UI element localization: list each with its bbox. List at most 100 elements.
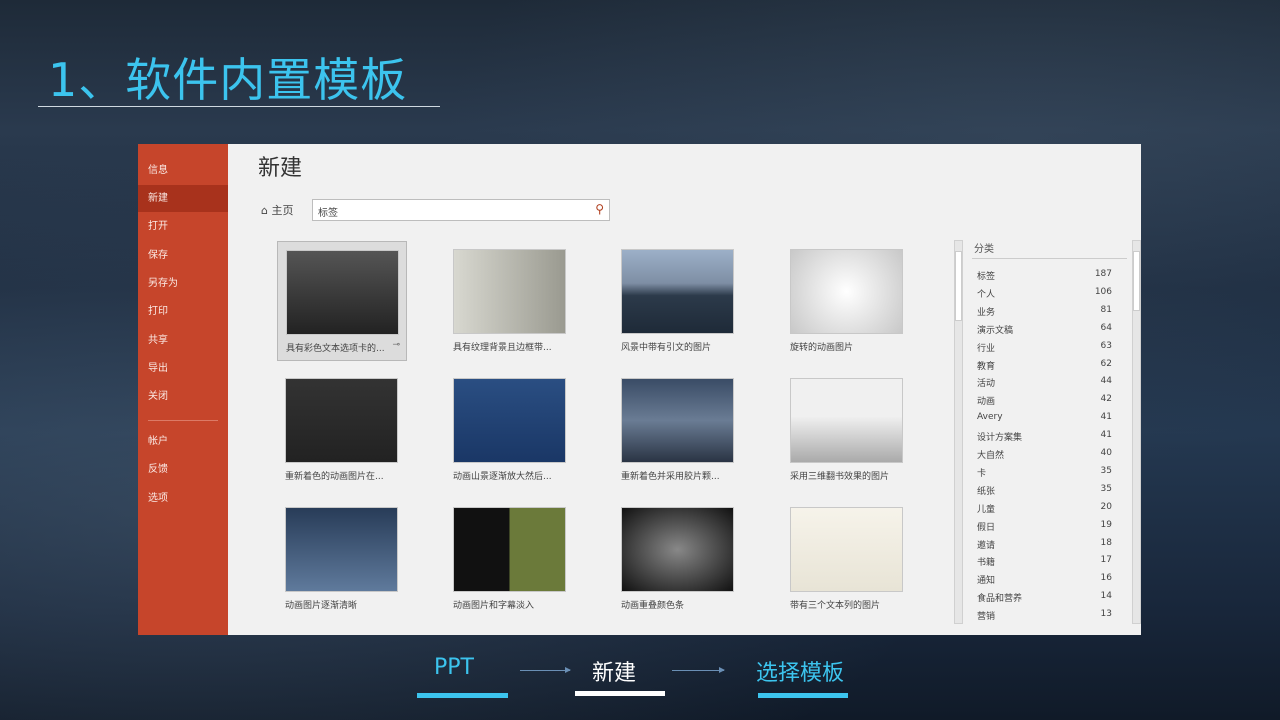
template-thumbnail bbox=[453, 249, 566, 334]
search-icon[interactable]: ⚲ bbox=[595, 202, 604, 216]
template-caption: 具有纹理背景且边框带... bbox=[453, 340, 552, 353]
template-tile[interactable]: 动画重叠颜色条 bbox=[613, 499, 743, 619]
category-item[interactable]: 卡35 bbox=[977, 466, 1112, 479]
template-thumbnail bbox=[621, 378, 734, 463]
category-item[interactable]: 动画42 bbox=[977, 394, 1112, 407]
category-count: 44 bbox=[1101, 376, 1112, 386]
sidebar-item[interactable]: 另存为 bbox=[138, 270, 228, 297]
search-value: 标签 bbox=[318, 208, 338, 219]
category-count: 187 bbox=[1095, 269, 1112, 279]
pin-icon[interactable]: ⊸ bbox=[392, 340, 400, 350]
template-tile[interactable]: 具有彩色文本选项卡的... ⊸ bbox=[277, 241, 407, 361]
category-item[interactable]: 设计方案集41 bbox=[977, 430, 1112, 443]
category-label: 食品和营养 bbox=[977, 594, 1022, 604]
template-tile[interactable]: 重新着色的动画图片在... bbox=[277, 370, 407, 490]
category-count: 41 bbox=[1101, 412, 1112, 422]
category-item[interactable]: 假日19 bbox=[977, 520, 1112, 533]
template-thumbnail bbox=[621, 507, 734, 592]
sidebar-item[interactable]: 帐户 bbox=[138, 428, 228, 455]
template-tile[interactable]: 带有三个文本列的图片 bbox=[782, 499, 912, 619]
category-label: 纸张 bbox=[977, 487, 995, 497]
template-caption: 采用三维翻书效果的图片 bbox=[790, 469, 889, 482]
category-count: 40 bbox=[1101, 448, 1112, 458]
category-label: 儿童 bbox=[977, 505, 995, 515]
slide-title: 1、软件内置模板 bbox=[48, 44, 407, 110]
sidebar-item[interactable]: 信息 bbox=[138, 157, 228, 184]
template-tile[interactable]: 重新着色并采用胶片颗... bbox=[613, 370, 743, 490]
category-panel: 分类 标签 187 个人106 业务81 演示文稿64 行业 63 教育62 活动44 动画42 A… bbox=[950, 240, 1141, 630]
category-item[interactable]: 营销13 bbox=[977, 609, 1112, 622]
category-count: 16 bbox=[1101, 573, 1112, 583]
category-count: 17 bbox=[1101, 555, 1112, 565]
sidebar-item[interactable]: 选项 bbox=[138, 485, 228, 512]
category-item[interactable]: 纸张35 bbox=[977, 484, 1112, 497]
category-label: 书籍 bbox=[977, 558, 995, 568]
template-caption: 具有彩色文本选项卡的... bbox=[286, 341, 385, 354]
category-label: 设计方案集 bbox=[977, 433, 1022, 443]
category-item[interactable]: 行业 63 bbox=[977, 341, 1112, 354]
category-label: 教育 bbox=[977, 362, 995, 372]
category-count: 19 bbox=[1101, 520, 1112, 530]
template-caption: 重新着色的动画图片在... bbox=[285, 469, 384, 482]
template-thumbnail bbox=[285, 378, 398, 463]
template-caption: 动画山景逐渐放大然后... bbox=[453, 469, 552, 482]
category-label: 演示文稿 bbox=[977, 326, 1013, 336]
home-label: 主页 bbox=[271, 204, 293, 217]
category-item[interactable]: 大自然40 bbox=[977, 448, 1112, 461]
template-tile[interactable]: 旋转的动画图片 bbox=[782, 241, 912, 361]
template-tile[interactable]: 动画山景逐渐放大然后... bbox=[445, 370, 575, 490]
template-thumbnail bbox=[286, 250, 399, 335]
category-item[interactable]: 教育62 bbox=[977, 359, 1112, 372]
sidebar-item[interactable]: 打开 bbox=[138, 213, 228, 240]
category-count: 18 bbox=[1101, 538, 1112, 548]
gallery-scrollbar[interactable] bbox=[954, 240, 963, 624]
category-label: 通知 bbox=[977, 576, 995, 586]
category-item[interactable]: 通知 16 bbox=[977, 573, 1112, 586]
category-item[interactable]: 演示文稿64 bbox=[977, 323, 1112, 336]
home-link[interactable]: ⌂ 主页 bbox=[261, 202, 293, 218]
category-item[interactable]: Avery 41 bbox=[977, 412, 1112, 422]
sidebar-item[interactable]: 保存 bbox=[138, 242, 228, 269]
arrow-icon bbox=[672, 670, 724, 671]
template-thumbnail bbox=[453, 507, 566, 592]
category-count: 20 bbox=[1101, 502, 1112, 512]
template-tile[interactable]: 采用三维翻书效果的图片 bbox=[782, 370, 912, 490]
template-tile[interactable]: 具有纹理背景且边框带... bbox=[445, 241, 575, 361]
category-item[interactable]: 邀请18 bbox=[977, 538, 1112, 551]
template-caption: 动画图片和字幕淡入 bbox=[453, 598, 534, 611]
category-count: 63 bbox=[1101, 341, 1112, 351]
arrow-icon bbox=[520, 670, 570, 671]
sidebar-item[interactable]: 共享 bbox=[138, 327, 228, 354]
category-item[interactable]: 业务81 bbox=[977, 305, 1112, 318]
page-title: 新建 bbox=[258, 150, 302, 182]
step-ppt: PPT bbox=[434, 655, 474, 680]
template-thumbnail bbox=[790, 249, 903, 334]
search-input[interactable]: 标签 ⚲ bbox=[312, 199, 610, 221]
template-tile[interactable]: 动画图片逐渐清晰 bbox=[277, 499, 407, 619]
category-count: 35 bbox=[1101, 466, 1112, 476]
template-tile[interactable]: 动画图片和字幕淡入 bbox=[445, 499, 575, 619]
category-label: 行业 bbox=[977, 344, 995, 354]
category-item[interactable]: 食品和营养14 bbox=[977, 591, 1112, 604]
category-count: 42 bbox=[1101, 394, 1112, 404]
category-item[interactable]: 活动44 bbox=[977, 376, 1112, 389]
category-item[interactable]: 标签 187 bbox=[977, 269, 1112, 282]
category-scrollbar[interactable] bbox=[1132, 240, 1141, 624]
template-thumbnail bbox=[453, 378, 566, 463]
template-caption: 动画重叠颜色条 bbox=[621, 598, 684, 611]
category-label: Avery bbox=[977, 412, 1003, 422]
sidebar-item[interactable]: 导出 bbox=[138, 355, 228, 382]
category-count: 13 bbox=[1101, 609, 1112, 619]
template-tile[interactable]: 风景中带有引文的图片 bbox=[613, 241, 743, 361]
sidebar-item[interactable]: 打印 bbox=[138, 298, 228, 325]
category-header: 分类 bbox=[974, 240, 994, 255]
category-label: 标签 bbox=[977, 272, 995, 282]
sidebar-item[interactable]: 关闭 bbox=[138, 383, 228, 410]
category-item[interactable]: 个人106 bbox=[977, 287, 1112, 300]
template-thumbnail bbox=[790, 378, 903, 463]
sidebar-item[interactable]: 反馈 bbox=[138, 456, 228, 483]
category-item[interactable]: 书籍 17 bbox=[977, 555, 1112, 568]
template-caption: 动画图片逐渐清晰 bbox=[285, 598, 357, 611]
category-item[interactable]: 儿童 20 bbox=[977, 502, 1112, 515]
sidebar-item[interactable]: 新建 bbox=[138, 185, 228, 212]
